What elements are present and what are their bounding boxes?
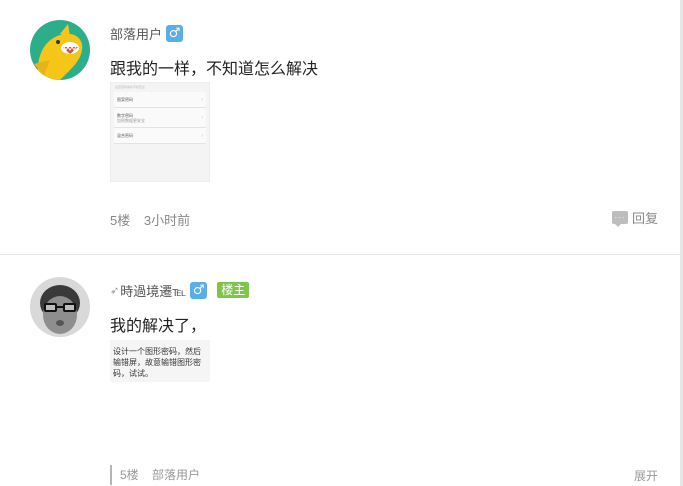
- post-time: 3小时前: [143, 213, 191, 228]
- reply-post: ➶ 時過境遷℡ ♂ 楼主 我的解决了， 设计一个图形密码，然后输错屏，故意输错图…: [0, 256, 680, 486]
- avatar[interactable]: [30, 277, 90, 337]
- screenshot-row-label: 混合密码: [117, 132, 133, 138]
- chevron-right-icon: ›: [201, 132, 203, 139]
- sub-reply-floor: 5楼: [120, 468, 139, 482]
- feather-icon: ➶: [110, 284, 120, 297]
- attached-image[interactable]: 设计一个图形密码，然后输错屏，故意输错图形密码，试试。: [110, 340, 210, 382]
- expand-button[interactable]: 展开: [634, 467, 658, 484]
- male-icon: ♂: [166, 24, 184, 42]
- thread-starter-badge: 楼主: [217, 282, 250, 298]
- post-footer: 5楼 3小时前: [110, 210, 190, 229]
- avatar[interactable]: [30, 20, 90, 80]
- author-line: 部落用户 ♂: [110, 24, 184, 43]
- screenshot-row-label: 图案密码: [117, 96, 133, 102]
- post-content: 跟我的一样，不知道怎么解决: [110, 61, 319, 78]
- screenshot-hint: 设置密码保护手机安全: [115, 85, 146, 89]
- sub-reply-author[interactable]: 部落用户: [152, 468, 200, 482]
- author-line: ➶ 時過境遷℡ ♂ 楼主: [110, 281, 250, 300]
- chevron-right-icon: ›: [201, 96, 203, 103]
- reply-button[interactable]: ··· 回复: [611, 208, 658, 227]
- floor-number: 5楼: [110, 213, 131, 228]
- post-content: 我的解决了，: [110, 318, 207, 335]
- comment-icon: ···: [611, 211, 628, 227]
- screenshot-row: 混合密码 ›: [114, 128, 206, 144]
- author-name[interactable]: 部落用户: [110, 24, 162, 43]
- attached-image-text: 设计一个图形密码，然后输错屏，故意输错图形密码，试试。: [113, 347, 201, 378]
- sub-reply-preview[interactable]: 5楼 部落用户: [110, 465, 200, 485]
- attached-screenshot[interactable]: 设置密码保护手机安全 图案密码 › 数字密码 加密数据更安全 › 混合密码 ›: [110, 82, 210, 182]
- chevron-right-icon: ›: [201, 114, 203, 121]
- reply-label: 回复: [631, 211, 658, 226]
- male-icon: ♂: [190, 281, 208, 299]
- screenshot-row: 图案密码 ›: [114, 92, 206, 108]
- screenshot-row: 数字密码 加密数据更安全 ›: [114, 108, 206, 128]
- screenshot-row-sub: 加密数据更安全: [117, 117, 145, 123]
- reply-post: 部落用户 ♂ 跟我的一样，不知道怎么解决 设置密码保护手机安全 图案密码 › 数…: [0, 0, 680, 255]
- author-name[interactable]: 時過境遷℡: [120, 281, 186, 300]
